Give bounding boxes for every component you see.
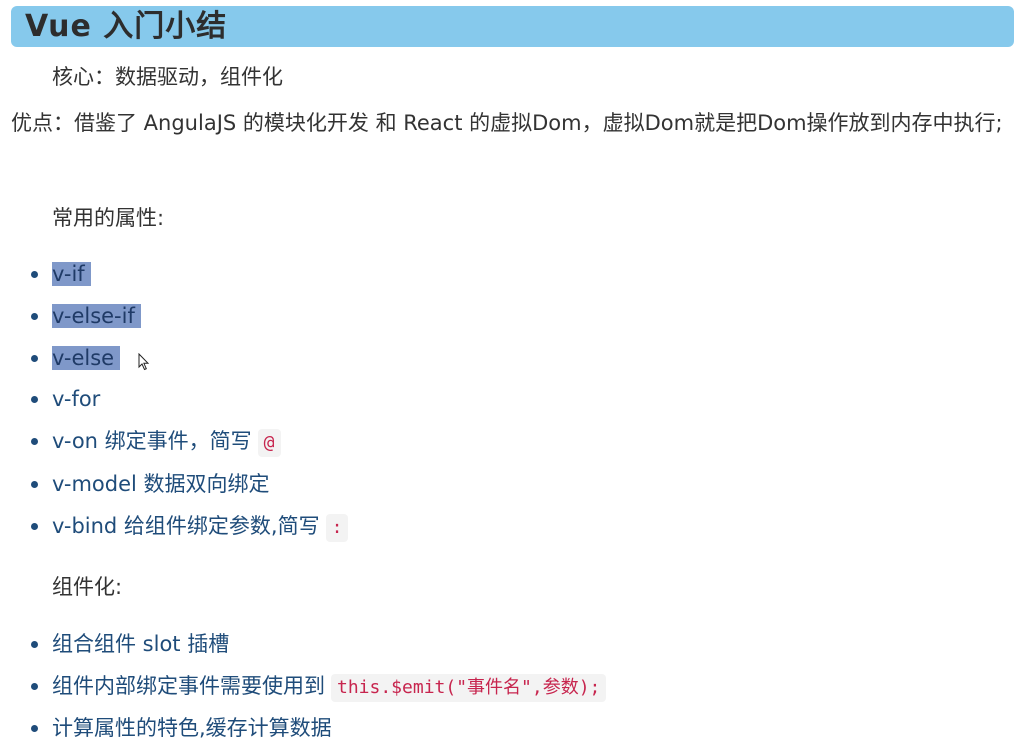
bullet-icon [31, 355, 38, 362]
bullet-icon [31, 481, 38, 488]
code-snippet: this.$emit("事件名",参数); [331, 674, 607, 702]
comp-heading: 组件化: [52, 575, 123, 599]
bullet-icon [31, 683, 38, 690]
attrs-heading: 常用的属性: [52, 206, 165, 230]
bullet-icon [31, 271, 38, 278]
list-item-text: v-else [52, 346, 121, 370]
bullet-icon [31, 438, 38, 445]
bullet-icon [31, 725, 38, 732]
core-paragraph: 核心：数据驱动，组件化 [52, 65, 283, 89]
code-snippet: @ [257, 429, 281, 457]
list-item-text: 组合组件 slot 插槽 [52, 632, 230, 656]
mouse-cursor-icon [138, 353, 150, 371]
list-item-text: v-bind 给组件绑定参数,简写 [52, 514, 320, 538]
list-item-text: v-if [52, 262, 91, 286]
bullet-icon [31, 396, 38, 403]
advantages-paragraph: 优点：借鉴了 AngulaJS 的模块化开发 和 React 的虚拟Dom，虚拟… [11, 111, 1003, 135]
list-item-text: v-else-if [52, 304, 141, 328]
list-item-text: 组件内部绑定事件需要使用到 [52, 674, 325, 698]
bullet-icon [31, 313, 38, 320]
bullet-icon [31, 523, 38, 530]
title-bar: Vue 入门小结 [11, 6, 1014, 47]
list-item-text: v-on 绑定事件，简写 [52, 429, 252, 453]
list-item-text: 计算属性的特色,缓存计算数据 [52, 716, 332, 740]
code-snippet: : [325, 514, 349, 542]
list-item-text: v-for [52, 387, 101, 411]
page-title: Vue 入门小结 [25, 9, 228, 44]
bullet-icon [31, 641, 38, 648]
list-item-text: v-model 数据双向绑定 [52, 472, 270, 496]
